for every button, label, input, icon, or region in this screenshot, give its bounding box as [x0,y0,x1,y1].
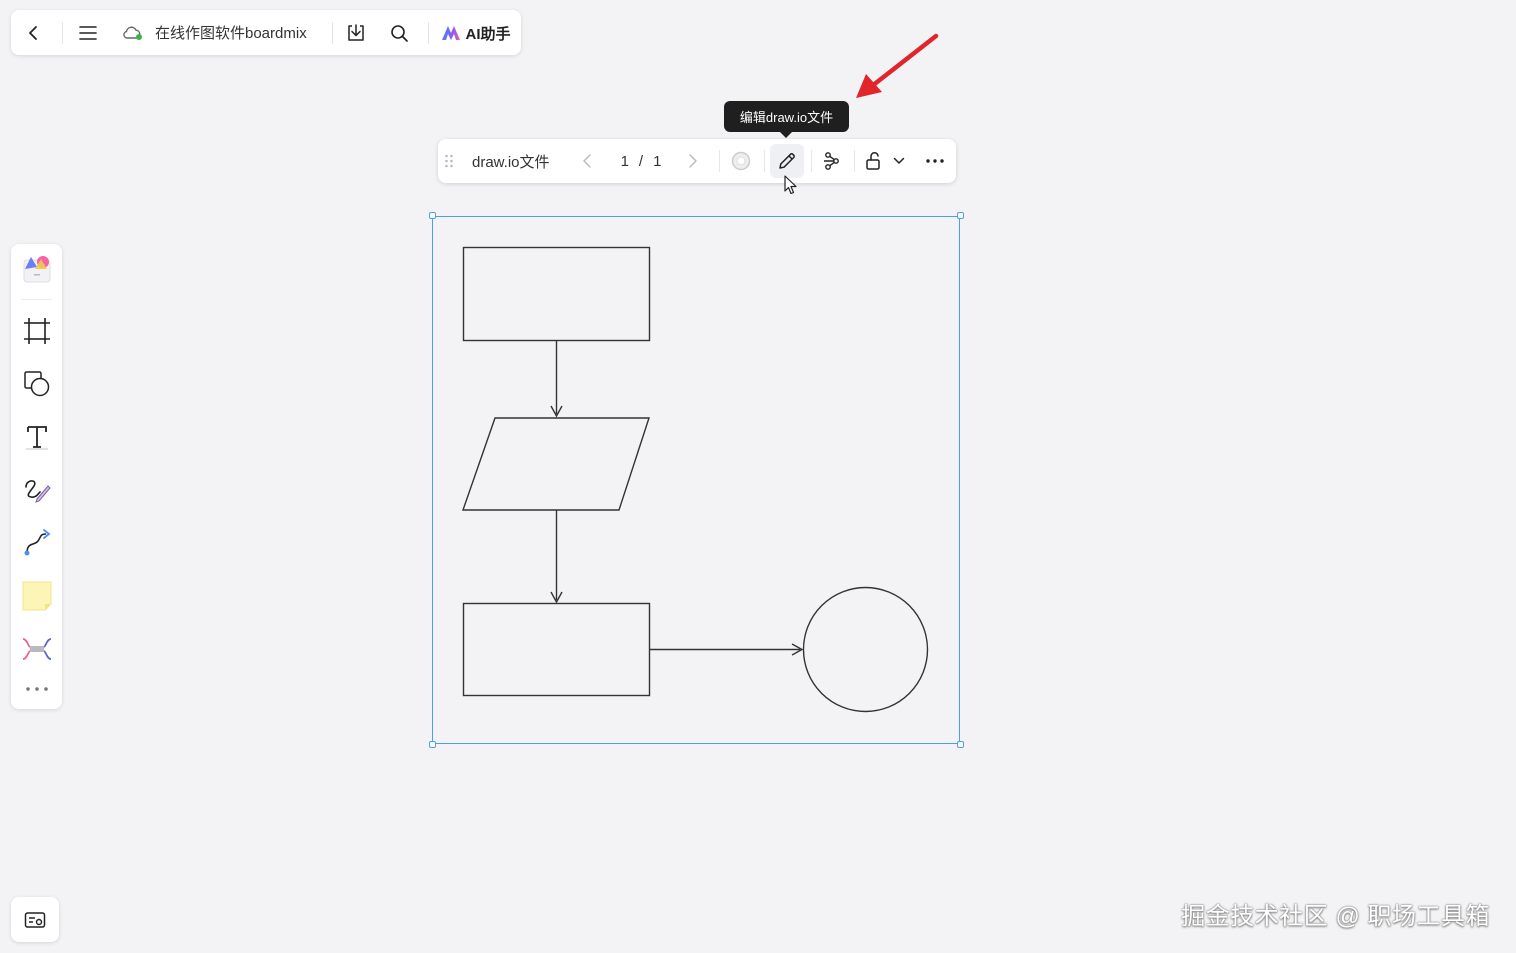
chevron-down-icon [893,157,905,164]
search-icon [390,24,408,42]
shape-tool-button[interactable] [19,366,55,402]
edit-drawio-tooltip: 编辑draw.io文件 [724,101,849,138]
lock-dropdown-button[interactable] [890,151,908,171]
page-current: 1 [620,152,629,170]
page-indicator: 1 / 1 [616,151,666,171]
lock-button[interactable] [862,150,886,172]
color-palette-icon [731,151,751,171]
minimap-icon [24,911,46,928]
shape-icon [24,371,50,397]
mouse-cursor-icon [784,175,797,195]
frame-tool-button[interactable] [19,313,55,349]
end-circle [802,586,929,713]
ai-assistant-button[interactable]: AI助手 [440,21,512,45]
ai-assistant-label: AI助手 [465,25,511,43]
download-icon [348,24,364,41]
sticky-note-button[interactable] [19,578,55,614]
flowchart-diagram [462,246,929,713]
search-button[interactable] [386,20,412,46]
annotation-arrow [856,33,939,98]
page-separator: / [638,152,644,170]
drag-dots-icon [445,154,453,168]
unlock-icon [866,152,880,170]
color-button[interactable] [729,150,753,172]
template-icon [23,256,51,283]
more-horizontal-icon [926,159,944,163]
data-parallelogram [462,417,650,511]
prev-page-button[interactable] [577,150,597,172]
left-tool-panel [11,244,62,709]
text-icon [26,426,48,450]
process-box-bottom [462,602,651,697]
sticky-note-icon [22,581,52,611]
frame-icon [24,318,50,344]
download-button[interactable] [343,20,369,46]
pen-icon [25,480,51,503]
hamburger-icon [79,26,97,40]
next-page-button[interactable] [683,150,703,172]
more-tools-button[interactable] [19,674,55,704]
edit-drawio-button[interactable] [770,144,804,178]
document-title[interactable]: 在线作图软件boardmix [155,22,307,43]
more-icon [26,687,48,691]
cloud-sync-icon [123,26,142,40]
chevron-left-icon [583,154,591,168]
drag-handle[interactable] [442,151,456,171]
pen-tool-button[interactable] [19,472,55,508]
more-options-button[interactable] [922,151,948,171]
mindmap-icon [22,638,52,660]
file-name-label: draw.io文件 [472,153,550,171]
top-toolbar: 在线作图软件boardmix AI助手 [11,10,521,55]
watermark: 掘金技术社区 @ 职场工具箱 [1181,903,1490,930]
connector-icon [24,529,51,556]
ai-logo-icon [442,26,461,40]
mindmap-tool-button[interactable] [19,631,55,667]
page-total: 1 [653,152,662,170]
chevron-left-icon [29,26,37,40]
menu-button[interactable] [75,20,101,46]
object-toolbar: draw.io文件 1 / 1 [438,139,956,183]
link-nodes-icon [824,152,839,170]
chevron-right-icon [689,154,697,168]
cloud-sync-status[interactable] [121,23,145,43]
back-button[interactable] [21,20,47,46]
tooltip-text: 编辑draw.io文件 [739,110,834,125]
connection-button[interactable] [820,150,844,172]
process-box-top [462,246,651,342]
whiteboard-canvas[interactable]: 在线作图软件boardmix AI助手 编辑draw.io文件 draw.io文… [0,0,1516,953]
minimap-button[interactable] [11,897,59,942]
template-button[interactable] [19,251,55,287]
text-tool-button[interactable] [19,419,55,455]
pencil-icon [779,153,795,169]
connector-tool-button[interactable] [19,525,55,561]
